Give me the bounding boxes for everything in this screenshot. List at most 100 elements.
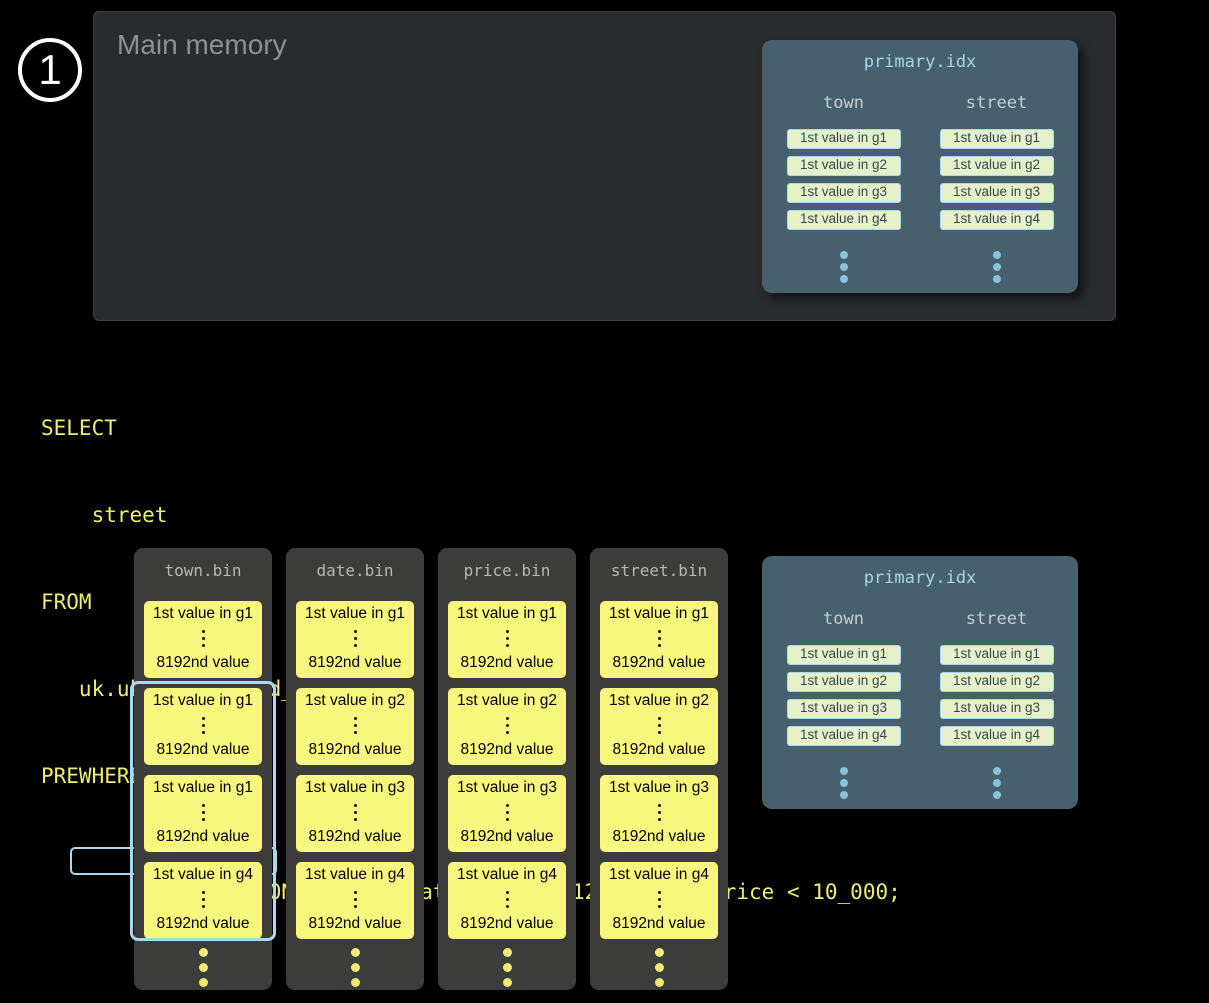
index-column-town: town 1st value in g1 1st value in g2 1st… — [787, 609, 901, 799]
diagram-canvas: 1 Main memory primary.idx town 1st value… — [0, 0, 1209, 1003]
ellipsis-icon — [993, 251, 1001, 283]
index-mark-chip: 1st value in g4 — [787, 210, 901, 230]
index-mark-chip: 1st value in g1 — [787, 129, 901, 149]
bin-panel-town: town.bin 1st value in g1 8192nd value 1s… — [134, 548, 272, 990]
granule-last-value: 8192nd value — [460, 741, 553, 759]
granule-first-value: 1st value in g4 — [457, 866, 557, 884]
column-header: street — [966, 609, 1027, 629]
index-mark-chip: 1st value in g3 — [787, 699, 901, 719]
ellipsis-icon — [840, 251, 848, 283]
step-1-badge: 1 — [18, 38, 82, 102]
granule-block: 1st value in g1 8192nd value — [448, 601, 566, 678]
column-header: town — [823, 93, 864, 113]
granule-block: 1st value in g4 8192nd value — [448, 862, 566, 939]
bin-title: price.bin — [438, 548, 576, 581]
ellipsis-icon — [202, 630, 205, 647]
granule-first-value: 1st value in g4 — [153, 866, 253, 884]
granule-last-value: 8192nd value — [612, 654, 705, 672]
ellipsis-icon — [506, 717, 509, 734]
bin-title: street.bin — [590, 548, 728, 581]
ellipsis-icon — [506, 804, 509, 821]
index-column-street: street 1st value in g1 1st value in g2 1… — [940, 93, 1054, 283]
granule-first-value: 1st value in g1 — [153, 692, 253, 710]
granule-first-value: 1st value in g4 — [609, 866, 709, 884]
sql-line: SELECT — [41, 414, 901, 443]
primary-idx-bottom-panel: primary.idx town 1st value in g1 1st val… — [762, 556, 1078, 809]
granule-first-value: 1st value in g4 — [305, 866, 405, 884]
index-mark-chip: 1st value in g2 — [787, 672, 901, 692]
granule-last-value: 8192nd value — [460, 915, 553, 933]
ellipsis-icon — [506, 891, 509, 908]
granule-last-value: 8192nd value — [612, 741, 705, 759]
ellipsis-icon — [658, 717, 661, 734]
column-header: town — [823, 609, 864, 629]
ellipsis-icon — [134, 948, 272, 987]
index-mark-chip: 1st value in g1 — [940, 129, 1054, 149]
column-header: street — [966, 93, 1027, 113]
column-files-row: town.bin 1st value in g1 8192nd value 1s… — [134, 548, 728, 990]
granule-block: 1st value in g1 8192nd value — [296, 601, 414, 678]
primary-idx-title: primary.idx — [762, 556, 1078, 588]
index-mark-chip: 1st value in g3 — [940, 699, 1054, 719]
ellipsis-icon — [286, 948, 424, 987]
index-mark-chip: 1st value in g1 — [940, 645, 1054, 665]
granule-last-value: 8192nd value — [156, 741, 249, 759]
primary-idx-top-panel: primary.idx town 1st value in g1 1st val… — [762, 40, 1078, 293]
bin-panel-price: price.bin 1st value in g1 8192nd value 1… — [438, 548, 576, 990]
index-mark-chip: 1st value in g4 — [940, 210, 1054, 230]
index-mark-chip: 1st value in g1 — [787, 645, 901, 665]
granule-block: 1st value in g4 8192nd value — [144, 862, 262, 939]
index-mark-chip: 1st value in g3 — [787, 183, 901, 203]
ellipsis-icon — [354, 717, 357, 734]
granule-block: 1st value in g4 8192nd value — [296, 862, 414, 939]
granule-last-value: 8192nd value — [460, 654, 553, 672]
granule-first-value: 1st value in g1 — [305, 605, 405, 623]
granule-first-value: 1st value in g3 — [609, 779, 709, 797]
ellipsis-icon — [438, 948, 576, 987]
index-mark-chip: 1st value in g3 — [940, 183, 1054, 203]
index-column-street: street 1st value in g1 1st value in g2 1… — [940, 609, 1054, 799]
granule-first-value: 1st value in g3 — [305, 779, 405, 797]
primary-idx-title: primary.idx — [762, 40, 1078, 72]
ellipsis-icon — [590, 948, 728, 987]
granule-block: 1st value in g1 8192nd value — [600, 601, 718, 678]
ellipsis-icon — [202, 717, 205, 734]
index-mark-chip: 1st value in g4 — [940, 726, 1054, 746]
granule-block: 1st value in g1 8192nd value — [144, 688, 262, 765]
ellipsis-icon — [354, 630, 357, 647]
granule-block: 1st value in g2 8192nd value — [296, 688, 414, 765]
granule-block: 1st value in g4 8192nd value — [600, 862, 718, 939]
granule-first-value: 1st value in g1 — [153, 605, 253, 623]
granule-block: 1st value in g1 8192nd value — [144, 601, 262, 678]
main-memory-title: Main memory — [117, 29, 287, 61]
granule-last-value: 8192nd value — [308, 741, 401, 759]
ellipsis-icon — [658, 804, 661, 821]
granule-block: 1st value in g2 8192nd value — [600, 688, 718, 765]
ellipsis-icon — [993, 767, 1001, 799]
granule-last-value: 8192nd value — [156, 915, 249, 933]
granule-last-value: 8192nd value — [612, 828, 705, 846]
ellipsis-icon — [658, 891, 661, 908]
granule-last-value: 8192nd value — [156, 654, 249, 672]
granule-first-value: 1st value in g2 — [609, 692, 709, 710]
index-mark-chip: 1st value in g2 — [787, 156, 901, 176]
granule-block: 1st value in g2 8192nd value — [448, 688, 566, 765]
granule-last-value: 8192nd value — [612, 915, 705, 933]
granule-last-value: 8192nd value — [460, 828, 553, 846]
index-mark-chip: 1st value in g2 — [940, 156, 1054, 176]
primary-idx-columns: town 1st value in g1 1st value in g2 1st… — [762, 609, 1078, 799]
granule-block: 1st value in g1 8192nd value — [144, 775, 262, 852]
ellipsis-icon — [202, 891, 205, 908]
primary-idx-columns: town 1st value in g1 1st value in g2 1st… — [762, 93, 1078, 283]
granule-block: 1st value in g3 8192nd value — [600, 775, 718, 852]
granule-first-value: 1st value in g2 — [305, 692, 405, 710]
granule-last-value: 8192nd value — [308, 828, 401, 846]
ellipsis-icon — [354, 804, 357, 821]
granule-block: 1st value in g3 8192nd value — [448, 775, 566, 852]
index-mark-chip: 1st value in g2 — [940, 672, 1054, 692]
granule-last-value: 8192nd value — [308, 654, 401, 672]
granule-first-value: 1st value in g2 — [457, 692, 557, 710]
ellipsis-icon — [202, 804, 205, 821]
granule-last-value: 8192nd value — [308, 915, 401, 933]
granule-first-value: 1st value in g3 — [457, 779, 557, 797]
